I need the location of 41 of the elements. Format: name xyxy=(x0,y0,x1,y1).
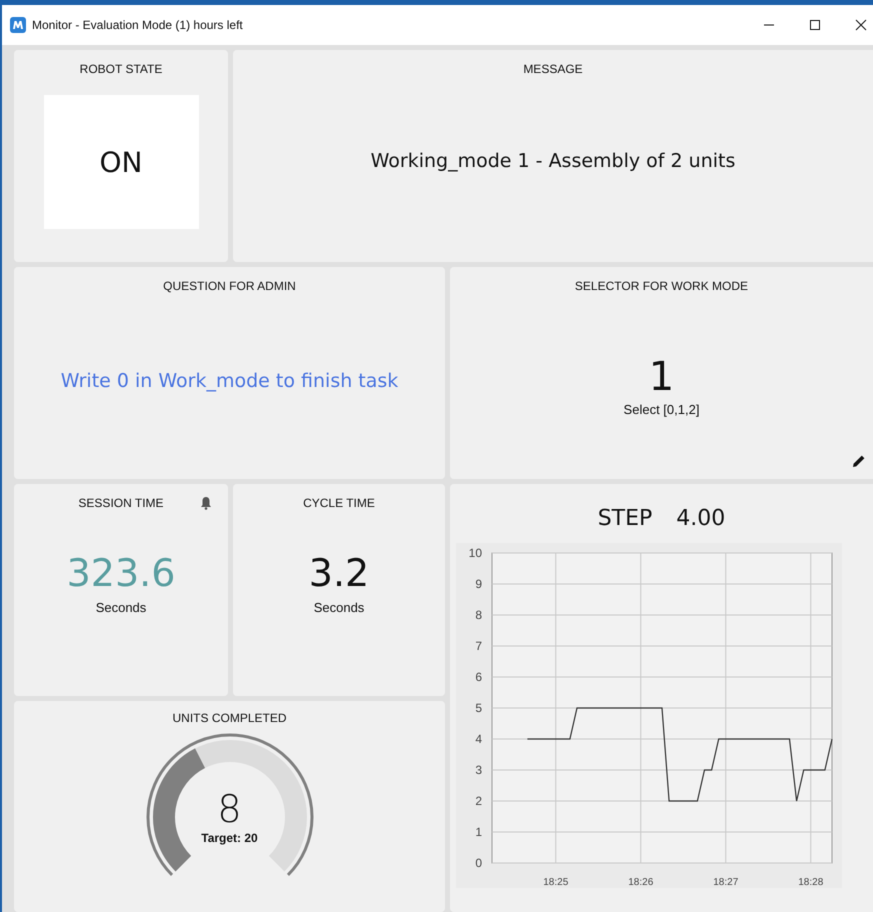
selector-hint: Select [0,1,2] xyxy=(624,402,700,417)
unit-label: Seconds xyxy=(314,600,364,615)
axis-label: 8 xyxy=(475,608,482,622)
axis-label: 18:28 xyxy=(798,877,824,888)
axis-label: 3 xyxy=(475,763,482,777)
card-title: CYCLE TIME xyxy=(303,496,375,510)
bell-icon[interactable] xyxy=(200,496,212,510)
card-title: ROBOT STATE xyxy=(80,62,162,76)
axis-label: 18:25 xyxy=(543,877,568,888)
card-title: SESSION TIME xyxy=(78,496,164,510)
window-title: Monitor - Evaluation Mode (1) hours left xyxy=(32,18,243,32)
axis-label: 18:27 xyxy=(713,877,738,888)
step-value: 4.00 xyxy=(676,506,726,531)
message-text: Working_mode 1 - Assembly of 2 units xyxy=(370,150,736,174)
question-text: Write 0 in Work_mode to finish task xyxy=(60,370,398,394)
pencil-icon[interactable] xyxy=(851,453,867,469)
cycle-time-value: 3.2 xyxy=(308,551,370,597)
axis-label: 9 xyxy=(475,577,482,591)
axis-label: 0 xyxy=(475,856,482,870)
close-icon[interactable] xyxy=(855,19,867,31)
target-label: Target: 20 xyxy=(201,830,258,845)
axis-label: 4 xyxy=(475,732,482,746)
axis-label: 2 xyxy=(475,794,482,808)
chart-title: STEP xyxy=(598,506,652,531)
selector-value: 1 xyxy=(648,355,674,399)
maximize-icon[interactable] xyxy=(809,19,821,31)
app-icon xyxy=(10,17,26,33)
card-title: SELECTOR FOR WORK MODE xyxy=(574,279,748,293)
units-value: 8 xyxy=(217,789,242,831)
state-display: ON xyxy=(44,95,198,229)
axis-label: 18:26 xyxy=(628,877,654,888)
axis-label: 6 xyxy=(475,670,482,684)
card-title: QUESTION FOR ADMIN xyxy=(163,279,296,293)
axis-label: 10 xyxy=(468,546,482,560)
unit-label: Seconds xyxy=(96,600,146,615)
axis-label: 1 xyxy=(475,825,482,839)
session-time-value: 323.6 xyxy=(66,551,176,597)
axis-label: 7 xyxy=(475,639,482,653)
axis-label: 5 xyxy=(475,701,482,715)
card-title: MESSAGE xyxy=(523,62,583,76)
card-title: UNITS COMPLETED xyxy=(172,711,286,725)
